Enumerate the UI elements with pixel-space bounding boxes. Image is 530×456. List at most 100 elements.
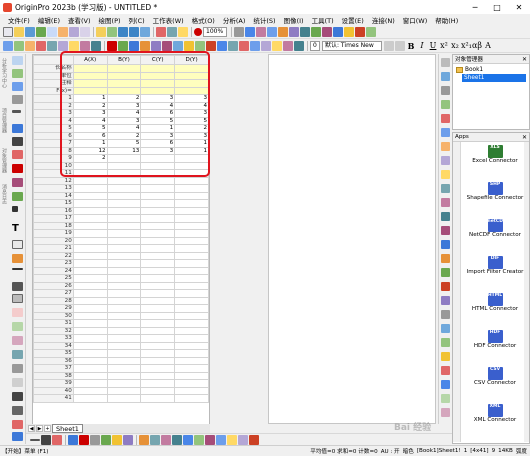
set-xy-icon[interactable] [14, 41, 24, 51]
data-cell[interactable] [174, 176, 209, 185]
right-tool-3-icon[interactable] [441, 86, 450, 95]
column-header[interactable]: B(Y) [106, 55, 142, 65]
merge-icon[interactable] [12, 406, 23, 415]
data-cell[interactable] [72, 319, 108, 328]
data-cell[interactable] [106, 356, 142, 365]
data-cell[interactable] [174, 191, 209, 200]
highlight-icon[interactable] [69, 41, 79, 51]
recalculate-icon[interactable] [178, 27, 188, 37]
row-header[interactable]: 40 [33, 386, 74, 395]
data-cell[interactable] [140, 176, 176, 185]
app-item[interactable]: HDF HDF Connector [463, 330, 527, 350]
meta-cell[interactable] [72, 86, 108, 95]
data-cell[interactable] [106, 304, 142, 313]
data-cell[interactable] [72, 326, 108, 335]
data-cell[interactable]: 4 [174, 101, 209, 110]
data-cell[interactable]: 2 [106, 94, 142, 103]
data-cell[interactable] [72, 356, 108, 365]
row-header[interactable]: 28 [33, 296, 74, 305]
menu-preferences[interactable]: 设置(E) [338, 15, 368, 25]
row-header[interactable]: 34 [33, 341, 74, 350]
data-cell[interactable] [174, 349, 209, 358]
app-item[interactable]: SHP Shapefile Connector [463, 182, 527, 202]
data-cell[interactable] [72, 169, 108, 178]
row-header[interactable]: 6 [33, 131, 74, 140]
data-cell[interactable]: 12 [72, 146, 108, 155]
font-size-down-icon[interactable] [395, 41, 405, 51]
import-icon[interactable] [156, 27, 166, 37]
data-cell[interactable] [174, 371, 209, 380]
row-header[interactable]: 39 [33, 379, 74, 388]
row-header[interactable]: 23 [33, 259, 74, 268]
data-cell[interactable] [140, 274, 176, 283]
meta-cell[interactable] [72, 64, 108, 73]
tree-item-sheet[interactable]: Sheet1 [462, 74, 526, 82]
refresh-icon[interactable] [267, 27, 277, 37]
right-tool-5-icon[interactable] [441, 114, 450, 123]
app-item[interactable]: netCDFNetCDF Connector [463, 219, 527, 239]
start-menu-hint[interactable]: 【开始】菜单 (F1) [2, 447, 48, 455]
right-tool-21-icon[interactable] [441, 338, 450, 347]
data-cell[interactable]: 4 [140, 101, 176, 110]
data-cell[interactable] [140, 319, 176, 328]
histogram-icon[interactable] [150, 434, 160, 445]
data-cell[interactable] [106, 326, 142, 335]
new-graph-icon[interactable] [36, 27, 46, 37]
save-window-icon[interactable] [129, 27, 139, 37]
right-tool-22-icon[interactable] [441, 352, 450, 361]
row-header[interactable]: 24 [33, 266, 74, 275]
right-tool-26-icon[interactable] [441, 408, 450, 417]
data-cell[interactable] [140, 251, 176, 260]
data-cell[interactable] [174, 221, 209, 230]
data-cell[interactable] [72, 341, 108, 350]
annotation-icon[interactable] [283, 41, 293, 51]
learning-center-icon[interactable] [366, 27, 376, 37]
data-cell[interactable] [72, 349, 108, 358]
data-cell[interactable] [174, 296, 209, 305]
zoom-out-tool-icon[interactable] [12, 82, 23, 91]
data-cell[interactable] [140, 289, 176, 298]
data-cell[interactable] [72, 251, 108, 260]
data-cell[interactable] [174, 319, 209, 328]
data-cell[interactable]: 4 [106, 109, 142, 118]
data-cell[interactable] [106, 341, 142, 350]
data-cell[interactable]: 4 [106, 124, 142, 133]
tab-prev-button[interactable]: ◀ [28, 425, 35, 432]
menu-statistics[interactable]: 统计(S) [249, 15, 279, 25]
meta-cell[interactable] [106, 79, 142, 88]
data-cell[interactable] [106, 176, 142, 185]
data-cell[interactable] [106, 169, 142, 178]
data-cell[interactable]: 1 [174, 146, 209, 155]
data-cell[interactable] [140, 304, 176, 313]
row-header[interactable]: 12 [33, 176, 74, 185]
meta-cell[interactable] [174, 79, 209, 88]
row-header[interactable]: F(x)= [33, 86, 74, 95]
data-cell[interactable]: 1 [72, 139, 108, 148]
data-selector-icon[interactable] [261, 41, 271, 51]
data-cell[interactable]: 3 [72, 109, 108, 118]
data-selector-tool-icon[interactable] [12, 150, 23, 159]
row-header[interactable]: 25 [33, 274, 74, 283]
row-header[interactable]: 30 [33, 311, 74, 320]
right-tool-16-icon[interactable] [441, 268, 450, 277]
data-cell[interactable] [140, 229, 176, 238]
superscript-button[interactable]: x² [439, 41, 449, 51]
draw-icon[interactable] [294, 41, 304, 51]
copy-page-icon[interactable] [256, 27, 266, 37]
data-cell[interactable]: 6 [72, 131, 108, 140]
right-tool-10-icon[interactable] [441, 184, 450, 193]
meta-cell[interactable] [72, 79, 108, 88]
legend-icon[interactable] [239, 41, 249, 51]
data-cell[interactable] [140, 364, 176, 373]
row-header[interactable]: 18 [33, 221, 74, 230]
group-icon[interactable] [184, 41, 194, 51]
data-cell[interactable] [72, 221, 108, 230]
row-header[interactable]: 19 [33, 229, 74, 238]
data-cell[interactable] [106, 244, 142, 253]
menu-format[interactable]: 格式(O) [188, 15, 219, 25]
zoom-out-icon[interactable] [151, 41, 161, 51]
pointer-icon[interactable] [12, 56, 23, 65]
new-project-icon[interactable] [3, 27, 13, 37]
data-cell[interactable] [72, 229, 108, 238]
row-header[interactable]: 单位 [33, 71, 74, 80]
